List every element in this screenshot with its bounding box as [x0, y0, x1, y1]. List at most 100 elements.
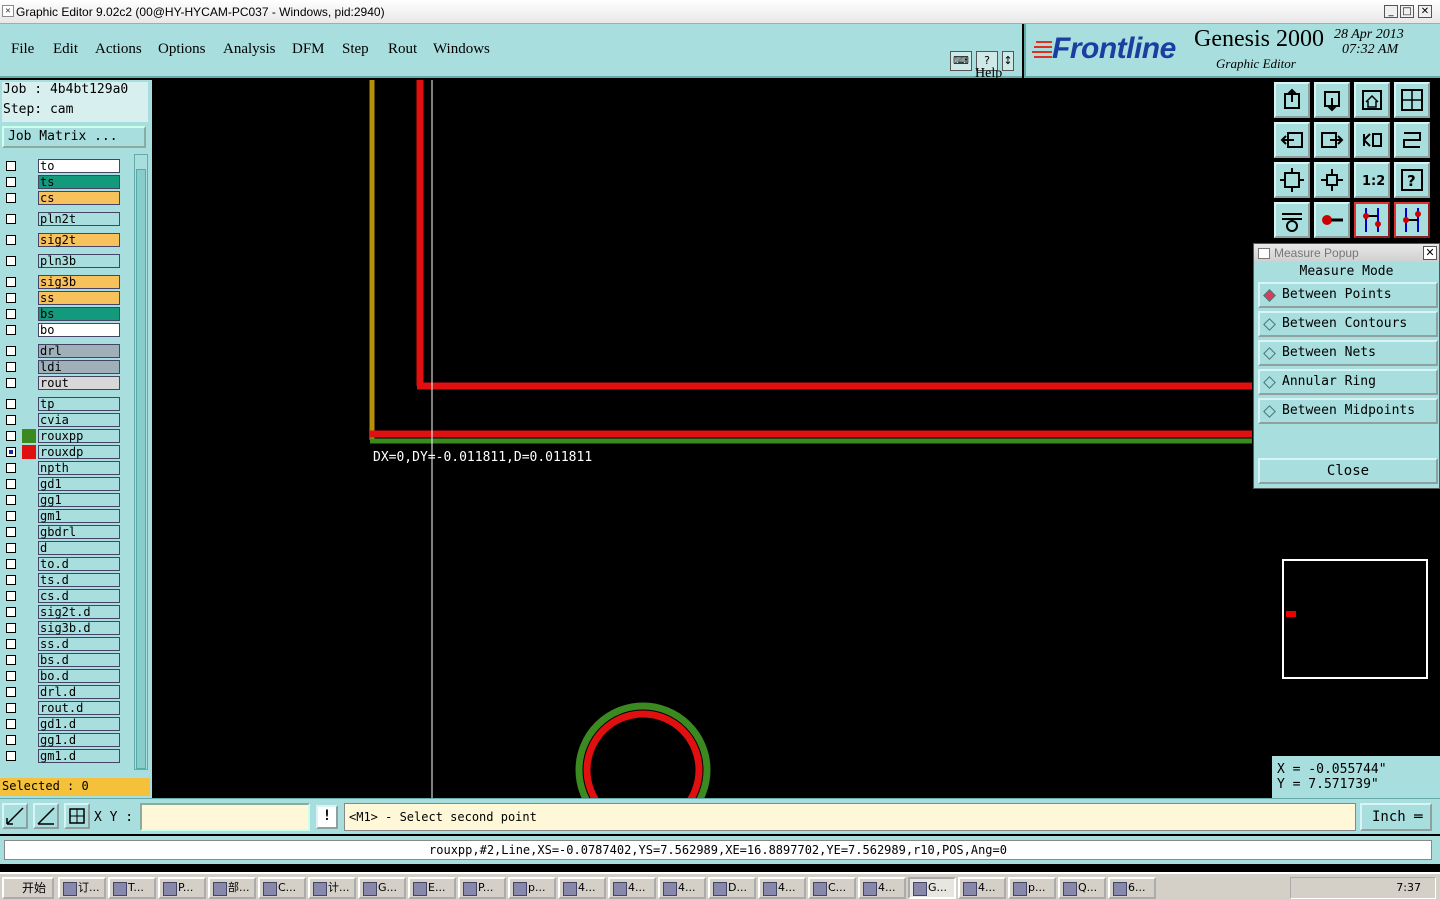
layer-color-swatch[interactable] — [22, 669, 36, 683]
layer-checkbox[interactable] — [6, 543, 16, 553]
layer-checkbox[interactable] — [6, 527, 16, 537]
layer-row-gg1[interactable]: gg1 — [2, 492, 122, 508]
layer-name[interactable]: sig3b — [38, 275, 120, 289]
help-arrows-icon[interactable]: ↕ — [1002, 51, 1014, 71]
fit-screen-icon[interactable] — [1274, 162, 1310, 198]
layer-row-cs[interactable]: cs — [2, 190, 122, 206]
layer-name[interactable]: cs.d — [38, 589, 120, 603]
layer-color-swatch[interactable] — [22, 717, 36, 731]
layer-checkbox[interactable] — [6, 293, 16, 303]
layer-row-rout-d[interactable]: rout.d — [2, 700, 122, 716]
layer-color-swatch[interactable] — [22, 749, 36, 763]
pan-left-icon[interactable] — [1274, 122, 1310, 158]
layer-color-swatch[interactable] — [22, 429, 36, 443]
layer-color-swatch[interactable] — [22, 445, 36, 459]
layer-row-ss[interactable]: ss — [2, 290, 122, 306]
layer-checkbox[interactable] — [6, 346, 16, 356]
layer-color-swatch[interactable] — [22, 344, 36, 358]
xy-input[interactable] — [140, 803, 310, 831]
netlist-compare-icon[interactable] — [1394, 202, 1430, 238]
layer-name[interactable]: gm1 — [38, 509, 120, 523]
rotate-icon[interactable] — [1394, 122, 1430, 158]
layer-row-rouxdp[interactable]: rouxdp — [2, 444, 122, 460]
option-annular-ring[interactable]: Annular Ring — [1258, 369, 1438, 395]
layer-row-sig3b[interactable]: sig3b — [2, 274, 122, 290]
layer-name[interactable]: sig2t — [38, 233, 120, 247]
layer-checkbox[interactable] — [6, 277, 16, 287]
layer-row-d[interactable]: d — [2, 540, 122, 556]
layer-checkbox[interactable] — [6, 511, 16, 521]
layer-color-swatch[interactable] — [22, 605, 36, 619]
layer-color-swatch[interactable] — [22, 307, 36, 321]
menu-step[interactable]: Step — [342, 41, 369, 58]
layer-name[interactable]: gg1 — [38, 493, 120, 507]
layer-name[interactable]: drl — [38, 344, 120, 358]
layer-checkbox[interactable] — [6, 378, 16, 388]
close-window-button[interactable]: ✕ — [1418, 5, 1432, 18]
layer-checkbox[interactable] — [6, 256, 16, 266]
layer-name[interactable]: sig3b.d — [38, 621, 120, 635]
layer-checkbox[interactable] — [6, 623, 16, 633]
layer-color-swatch[interactable] — [22, 653, 36, 667]
layer-checkbox[interactable] — [6, 415, 16, 425]
taskbar-item[interactable]: 计... — [308, 877, 356, 899]
layer-color-swatch[interactable] — [22, 191, 36, 205]
layer-color-swatch[interactable] — [22, 525, 36, 539]
zoom-top-icon[interactable] — [1274, 82, 1310, 118]
layer-checkbox[interactable] — [6, 431, 16, 441]
layer-checkbox[interactable] — [6, 214, 16, 224]
layer-checkbox[interactable] — [6, 591, 16, 601]
popup-close-button[interactable]: Close — [1258, 458, 1438, 484]
layer-color-swatch[interactable] — [22, 291, 36, 305]
layer-color-swatch[interactable] — [22, 275, 36, 289]
layer-checkbox[interactable] — [6, 751, 16, 761]
menu-analysis[interactable]: Analysis — [223, 41, 276, 58]
layer-checkbox[interactable] — [6, 463, 16, 473]
layer-color-swatch[interactable] — [22, 573, 36, 587]
tools-icon[interactable] — [1274, 202, 1310, 238]
layer-row-gg1-d[interactable]: gg1.d — [2, 732, 122, 748]
snap-mode-icon[interactable] — [2, 803, 28, 829]
layer-row-gm1[interactable]: gm1 — [2, 508, 122, 524]
layer-name[interactable]: ss.d — [38, 637, 120, 651]
taskbar-item[interactable]: G... — [908, 877, 956, 899]
layer-name[interactable]: bs — [38, 307, 120, 321]
maximize-button[interactable]: □ — [1400, 5, 1414, 18]
layer-row-ss-d[interactable]: ss.d — [2, 636, 122, 652]
taskbar-item[interactable]: 4... — [858, 877, 906, 899]
layer-row-bs-d[interactable]: bs.d — [2, 652, 122, 668]
layer-name[interactable]: tp — [38, 397, 120, 411]
layer-name[interactable]: to.d — [38, 557, 120, 571]
warning-button[interactable]: ! — [316, 805, 338, 829]
layer-color-swatch[interactable] — [22, 541, 36, 555]
layer-row-npth[interactable]: npth — [2, 460, 122, 476]
layer-checkbox[interactable] — [6, 639, 16, 649]
layer-name[interactable]: sig2t.d — [38, 605, 120, 619]
layer-name[interactable]: gd1.d — [38, 717, 120, 731]
layer-color-swatch[interactable] — [22, 461, 36, 475]
layer-color-swatch[interactable] — [22, 175, 36, 189]
layer-color-swatch[interactable] — [22, 360, 36, 374]
layer-color-swatch[interactable] — [22, 621, 36, 635]
taskbar-item[interactable]: p... — [508, 877, 556, 899]
layer-color-swatch[interactable] — [22, 254, 36, 268]
layer-color-swatch[interactable] — [22, 397, 36, 411]
layer-color-swatch[interactable] — [22, 589, 36, 603]
menu-rout[interactable]: Rout — [388, 41, 417, 58]
layer-color-swatch[interactable] — [22, 477, 36, 491]
taskbar-item[interactable]: 4... — [608, 877, 656, 899]
layer-name[interactable]: drl.d — [38, 685, 120, 699]
pcb-drawing[interactable] — [152, 80, 1252, 798]
taskbar-item[interactable]: p... — [1008, 877, 1056, 899]
taskbar-item[interactable]: Q... — [1058, 877, 1106, 899]
scale-one-to-two-icon[interactable]: 1:2 — [1354, 162, 1390, 198]
layer-row-bo[interactable]: bo — [2, 322, 122, 338]
layer-checkbox[interactable] — [6, 177, 16, 187]
layer-name[interactable]: gg1.d — [38, 733, 120, 747]
option-between-midpoints[interactable]: Between Midpoints — [1258, 398, 1438, 424]
layer-color-swatch[interactable] — [22, 323, 36, 337]
layer-name[interactable]: ldi — [38, 360, 120, 374]
layer-checkbox[interactable] — [6, 607, 16, 617]
layer-color-swatch[interactable] — [22, 413, 36, 427]
layer-color-swatch[interactable] — [22, 159, 36, 173]
